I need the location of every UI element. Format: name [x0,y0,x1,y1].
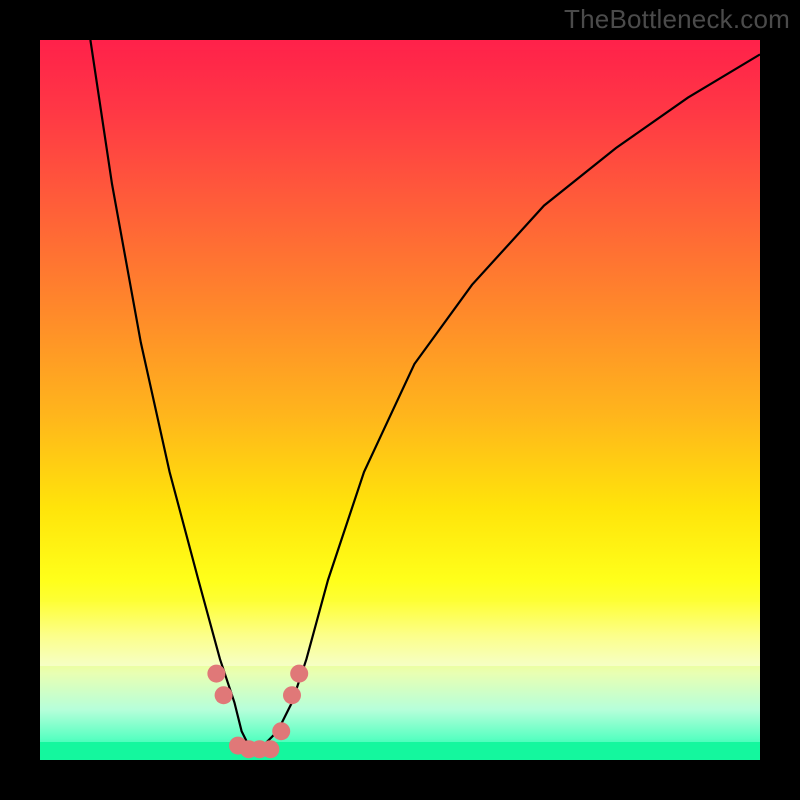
marker-dot [272,722,290,740]
marker-group [207,665,308,759]
marker-dot [283,686,301,704]
marker-dot [261,740,279,758]
marker-dot [207,665,225,683]
curve-svg [40,40,760,760]
plot-area [40,40,760,760]
chart-frame: TheBottleneck.com [0,0,800,800]
watermark-text: TheBottleneck.com [564,4,790,35]
marker-dot [290,665,308,683]
bottleneck-curve [90,40,760,753]
marker-dot [215,686,233,704]
